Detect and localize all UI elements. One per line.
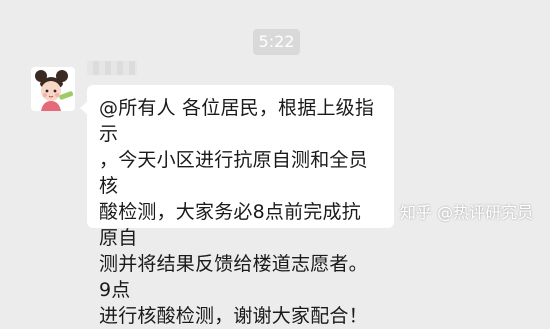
- message-line: 测并将结果反馈给楼道志愿者。9点: [99, 253, 368, 301]
- sender-name-blurred: [87, 61, 137, 75]
- message-line: @所有人 各位居民，根据上级指示: [99, 97, 375, 145]
- sender-avatar[interactable]: [31, 67, 75, 111]
- chat-timestamp: 5:22: [253, 29, 300, 55]
- message-text: @所有人 各位居民，根据上级指示 ，今天小区进行抗原自测和全员核 酸检测，大家务…: [99, 95, 380, 329]
- cartoon-girl-avatar-icon: [31, 67, 75, 111]
- message-bubble[interactable]: @所有人 各位居民，根据上级指示 ，今天小区进行抗原自测和全员核 酸检测，大家务…: [80, 85, 394, 327]
- message-line: ，今天小区进行抗原自测和全员核: [99, 149, 368, 197]
- message-line: 进行核酸检测，谢谢大家配合！: [99, 305, 368, 327]
- message-line: 酸检测，大家务必8点前完成抗原自: [99, 201, 361, 249]
- zhihu-watermark: 知乎 @热评研究员: [400, 203, 534, 222]
